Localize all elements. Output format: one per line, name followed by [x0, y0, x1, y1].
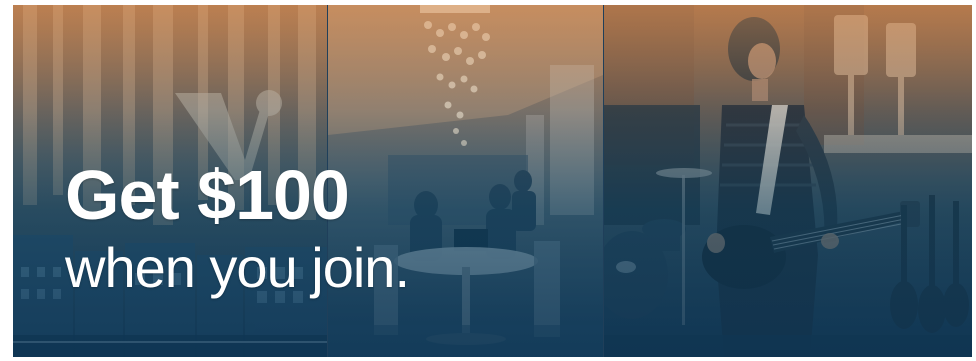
musician-photo — [604, 5, 972, 357]
headline-subtext: when you join. — [65, 236, 410, 299]
promo-headline: Get $100 when you join. — [65, 156, 410, 299]
promo-banner[interactable]: Get $100 when you join. — [13, 5, 972, 357]
musician-illustration — [604, 5, 972, 357]
headline-amount: Get $100 — [65, 156, 350, 234]
